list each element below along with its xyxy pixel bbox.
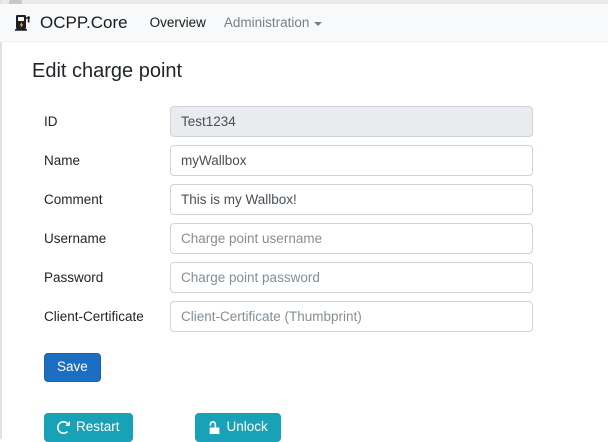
form-row-username: Username bbox=[32, 223, 608, 254]
nav-overview-label: Overview bbox=[150, 15, 206, 30]
id-label: ID bbox=[32, 114, 170, 129]
navbar: OCPP.Core Overview Administration bbox=[0, 4, 608, 42]
client-certificate-label: Client-Certificate bbox=[32, 309, 170, 324]
comment-field[interactable] bbox=[170, 184, 533, 215]
form-row-id: ID bbox=[32, 106, 608, 137]
nav-administration-label: Administration bbox=[224, 15, 310, 30]
page-title: Edit charge point bbox=[32, 60, 608, 83]
unlock-button-label: Unlock bbox=[227, 418, 268, 437]
save-button-label: Save bbox=[57, 358, 88, 377]
form-row-comment: Comment bbox=[32, 184, 608, 215]
save-button[interactable]: Save bbox=[44, 353, 101, 382]
username-field[interactable] bbox=[170, 223, 533, 254]
form-row-name: Name bbox=[32, 145, 608, 176]
unlock-button[interactable]: Unlock bbox=[195, 413, 281, 442]
id-field bbox=[170, 106, 533, 137]
ev-charging-station-icon bbox=[14, 13, 33, 32]
chevron-down-icon bbox=[314, 22, 322, 26]
username-label: Username bbox=[32, 231, 170, 246]
password-label: Password bbox=[32, 270, 170, 285]
name-field[interactable] bbox=[170, 145, 533, 176]
restart-button[interactable]: Restart bbox=[44, 413, 133, 442]
restart-button-label: Restart bbox=[76, 418, 120, 437]
password-field[interactable] bbox=[170, 262, 533, 293]
main-content: Edit charge point ID Name Comment Userna… bbox=[0, 42, 608, 442]
reload-icon bbox=[57, 421, 70, 434]
name-label: Name bbox=[32, 153, 170, 168]
form-row-client-certificate: Client-Certificate bbox=[32, 301, 608, 332]
lock-unlocked-icon bbox=[208, 421, 221, 434]
nav-item-overview[interactable]: Overview bbox=[150, 15, 206, 30]
comment-label: Comment bbox=[32, 192, 170, 207]
edit-charge-point-form: ID Name Comment Username Password Client… bbox=[32, 106, 608, 442]
nav-item-administration[interactable]: Administration bbox=[224, 15, 323, 30]
client-certificate-field[interactable] bbox=[170, 301, 533, 332]
brand-label: OCPP.Core bbox=[40, 13, 128, 33]
brand-link[interactable]: OCPP.Core bbox=[14, 13, 128, 33]
form-row-password: Password bbox=[32, 262, 608, 293]
